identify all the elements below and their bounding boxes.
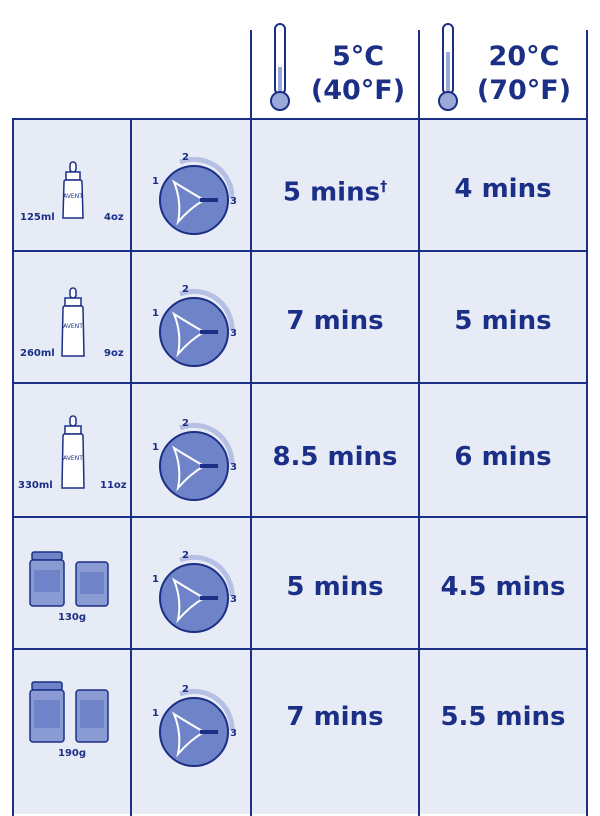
bottle-volume-label: 330ml [18,480,53,491]
bottle-brand: AVENT [63,193,83,200]
dial-label-3: 3 [230,462,237,473]
dial-label-3: 3 [230,328,237,339]
bottle-brand: AVENT [63,455,83,462]
grid-line [12,516,588,518]
dial-icon: 1 2 3 [152,152,237,235]
bottle-oz-label: 9oz [104,348,124,359]
bottle-oz-label: 4oz [104,212,124,223]
dial-label-2: 2 [182,418,189,429]
jar-weight-label: 190g [58,748,87,759]
dial-label-2: 2 [182,550,189,561]
time-20c: 4.5 mins [440,572,566,602]
cell-bg [420,650,586,814]
grid-line [250,30,252,816]
grid-line [12,250,588,252]
grid-line [12,118,588,120]
bottle-volume-label: 125ml [20,212,55,223]
dial-icon: 1 2 3 [152,684,237,767]
grid-line [418,30,420,816]
grid-line [12,648,588,650]
dial-label-3: 3 [230,728,237,739]
jar-weight-label: 130g [58,612,87,623]
header-20c-line2: (70°F) [476,75,572,106]
time-5c: 5 mins† [252,172,418,208]
header-20c: 20°C (70°F) [466,40,582,108]
time-5c: 8.5 mins [272,442,398,472]
header-5c-line1: 5°C [331,41,385,72]
grid-line [586,30,588,816]
jar-icon [29,551,109,607]
dial-label-2: 2 [182,284,189,295]
dial-label-1: 1 [152,308,159,319]
bottle-icon: AVENT [61,415,85,489]
time-20c: 6 mins [454,442,552,472]
cell-bg [252,650,418,814]
dial-label-3: 3 [230,196,237,207]
bottle-brand: AVENT [63,323,83,330]
time-20c: 5.5 mins [440,702,566,732]
grid-line [130,118,132,816]
time-20c: 5 mins [454,306,552,336]
thermometer-icon [270,23,290,111]
header-20c-line1: 20°C [488,41,560,72]
dial-label-2: 2 [182,684,189,695]
dial-label-2: 2 [182,152,189,163]
warming-time-table: 5°C (40°F) 20°C (70°F) AVENT 125ml 4oz 1… [0,0,600,816]
time-5c: 7 mins [286,702,384,732]
header-5c-line2: (40°F) [310,75,406,106]
dial-label-1: 1 [152,574,159,585]
header-5c: 5°C (40°F) [300,40,416,108]
jar-icon [29,681,109,743]
time-5c: 7 mins [286,306,384,336]
dial-icon: 1 2 3 [152,284,237,367]
footnote-mark: † [380,179,388,195]
dial-label-1: 1 [152,442,159,453]
bottle-icon: AVENT [61,287,85,357]
grid-line [12,382,588,384]
grid-line [12,118,14,816]
dial-icon: 1 2 3 [152,418,237,501]
bottle-icon: AVENT [62,161,84,219]
dial-icon: 1 2 3 [152,550,237,633]
dial-label-1: 1 [152,708,159,719]
dial-label-3: 3 [230,594,237,605]
time-20c: 4 mins [454,174,552,204]
thermometer-icon [438,23,458,111]
time-value: 5 mins [282,177,381,208]
bottle-oz-label: 11oz [100,480,127,491]
dial-label-1: 1 [152,176,159,187]
time-5c: 5 mins [286,572,384,602]
bottle-volume-label: 260ml [20,348,55,359]
